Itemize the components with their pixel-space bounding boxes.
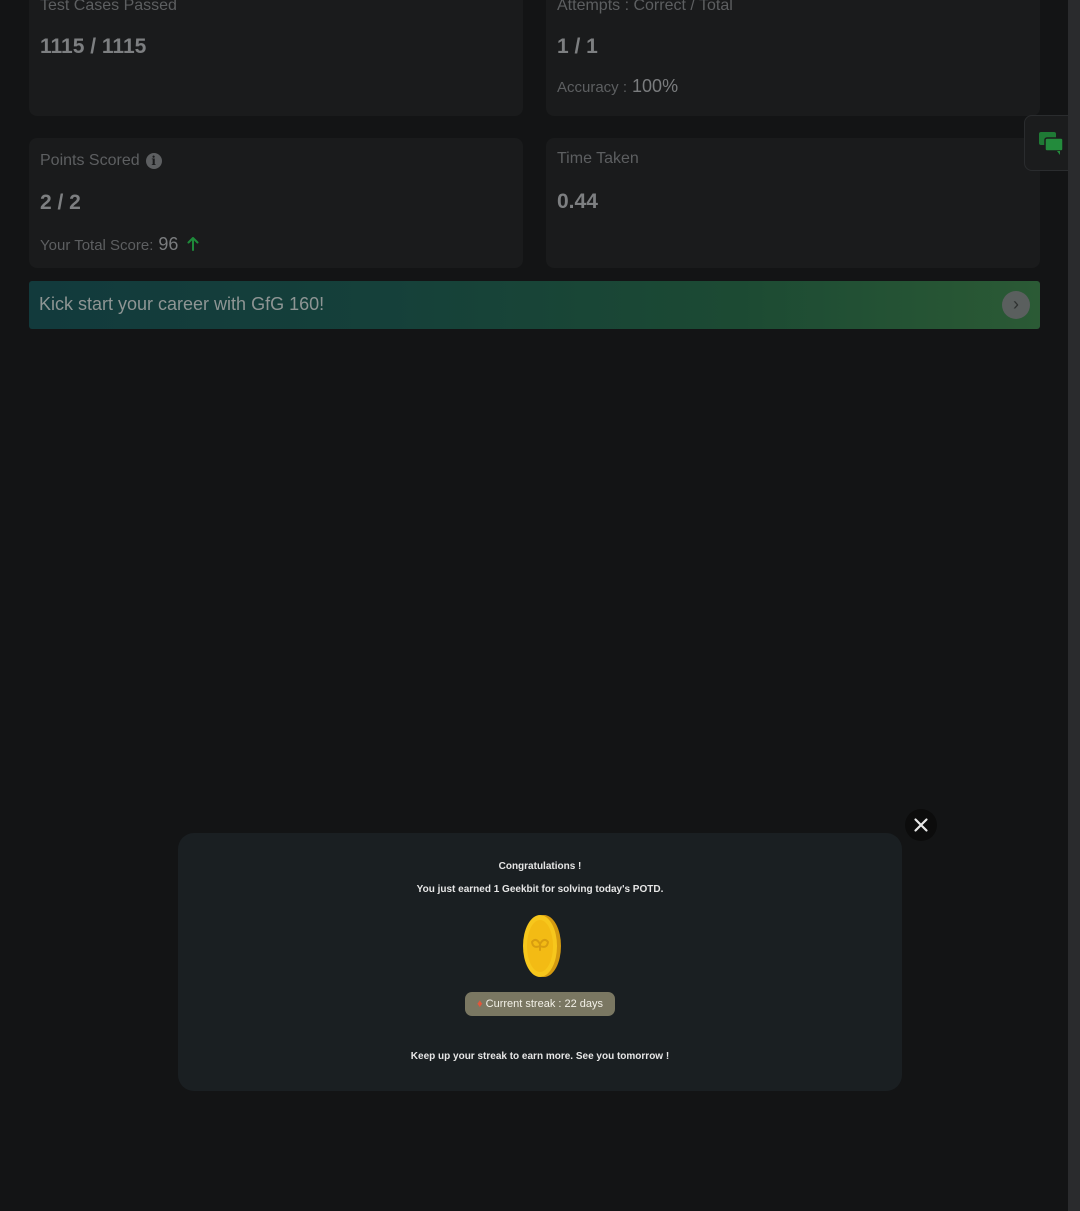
test-cases-label: Test Cases Passed xyxy=(40,0,177,14)
page-scrollbar[interactable] xyxy=(1068,0,1080,1211)
attempts-card: Attempts : Correct / Total 1 / 1 Accurac… xyxy=(546,0,1040,116)
chat-icon xyxy=(1039,132,1064,155)
streak-badge: ♦ Current streak : 22 days xyxy=(465,992,615,1016)
accuracy-value: 100% xyxy=(632,76,679,96)
info-icon[interactable]: i xyxy=(145,152,162,169)
test-cases-card: Test Cases Passed 1115 / 1115 xyxy=(29,0,523,116)
total-score-label: Your Total Score: xyxy=(40,237,154,254)
banner-arrow-button[interactable]: › xyxy=(1002,291,1030,319)
points-value: 2 / 2 xyxy=(40,191,81,214)
streak-text: Current streak : 22 days xyxy=(485,998,604,1010)
attempts-label: Attempts : Correct / Total xyxy=(557,0,733,14)
attempts-value: 1 / 1 xyxy=(557,35,598,58)
geekbit-coin-icon xyxy=(523,915,561,977)
arrow-up-icon xyxy=(187,237,199,251)
fire-icon: ♦ xyxy=(476,998,483,1010)
gfg160-banner[interactable]: Kick start your career with GfG 160! › xyxy=(29,281,1040,329)
points-label: Points Scored xyxy=(40,152,140,169)
test-cases-value: 1115 / 1115 xyxy=(40,35,147,58)
accuracy-row: Accuracy :100% xyxy=(557,76,678,97)
points-card: Points Scored i 2 / 2 Your Total Score: 96 xyxy=(29,138,523,268)
results-page: Test Cases Passed 1115 / 1115 Attempts :… xyxy=(0,0,1080,1211)
geekbit-reward-modal: Congratulations ! You just earned 1 Geek… xyxy=(178,833,902,1091)
accuracy-label: Accuracy : xyxy=(557,79,628,96)
close-modal-button[interactable] xyxy=(905,809,937,841)
time-card: Time Taken 0.44 xyxy=(546,138,1040,268)
modal-title: Congratulations ! xyxy=(498,861,582,872)
points-label-row: Points Scored i xyxy=(40,152,162,170)
close-icon xyxy=(914,818,928,832)
time-value: 0.44 xyxy=(557,190,598,213)
modal-message: You just earned 1 Geekbit for solving to… xyxy=(416,884,664,895)
chevron-right-icon: › xyxy=(1013,294,1019,314)
total-score-row: Your Total Score: 96 xyxy=(40,234,199,255)
time-label: Time Taken xyxy=(557,150,639,167)
banner-text: Kick start your career with GfG 160! xyxy=(39,294,325,314)
modal-footer-text: Keep up your streak to earn more. See yo… xyxy=(410,1051,670,1062)
total-score-value: 96 xyxy=(158,234,179,254)
